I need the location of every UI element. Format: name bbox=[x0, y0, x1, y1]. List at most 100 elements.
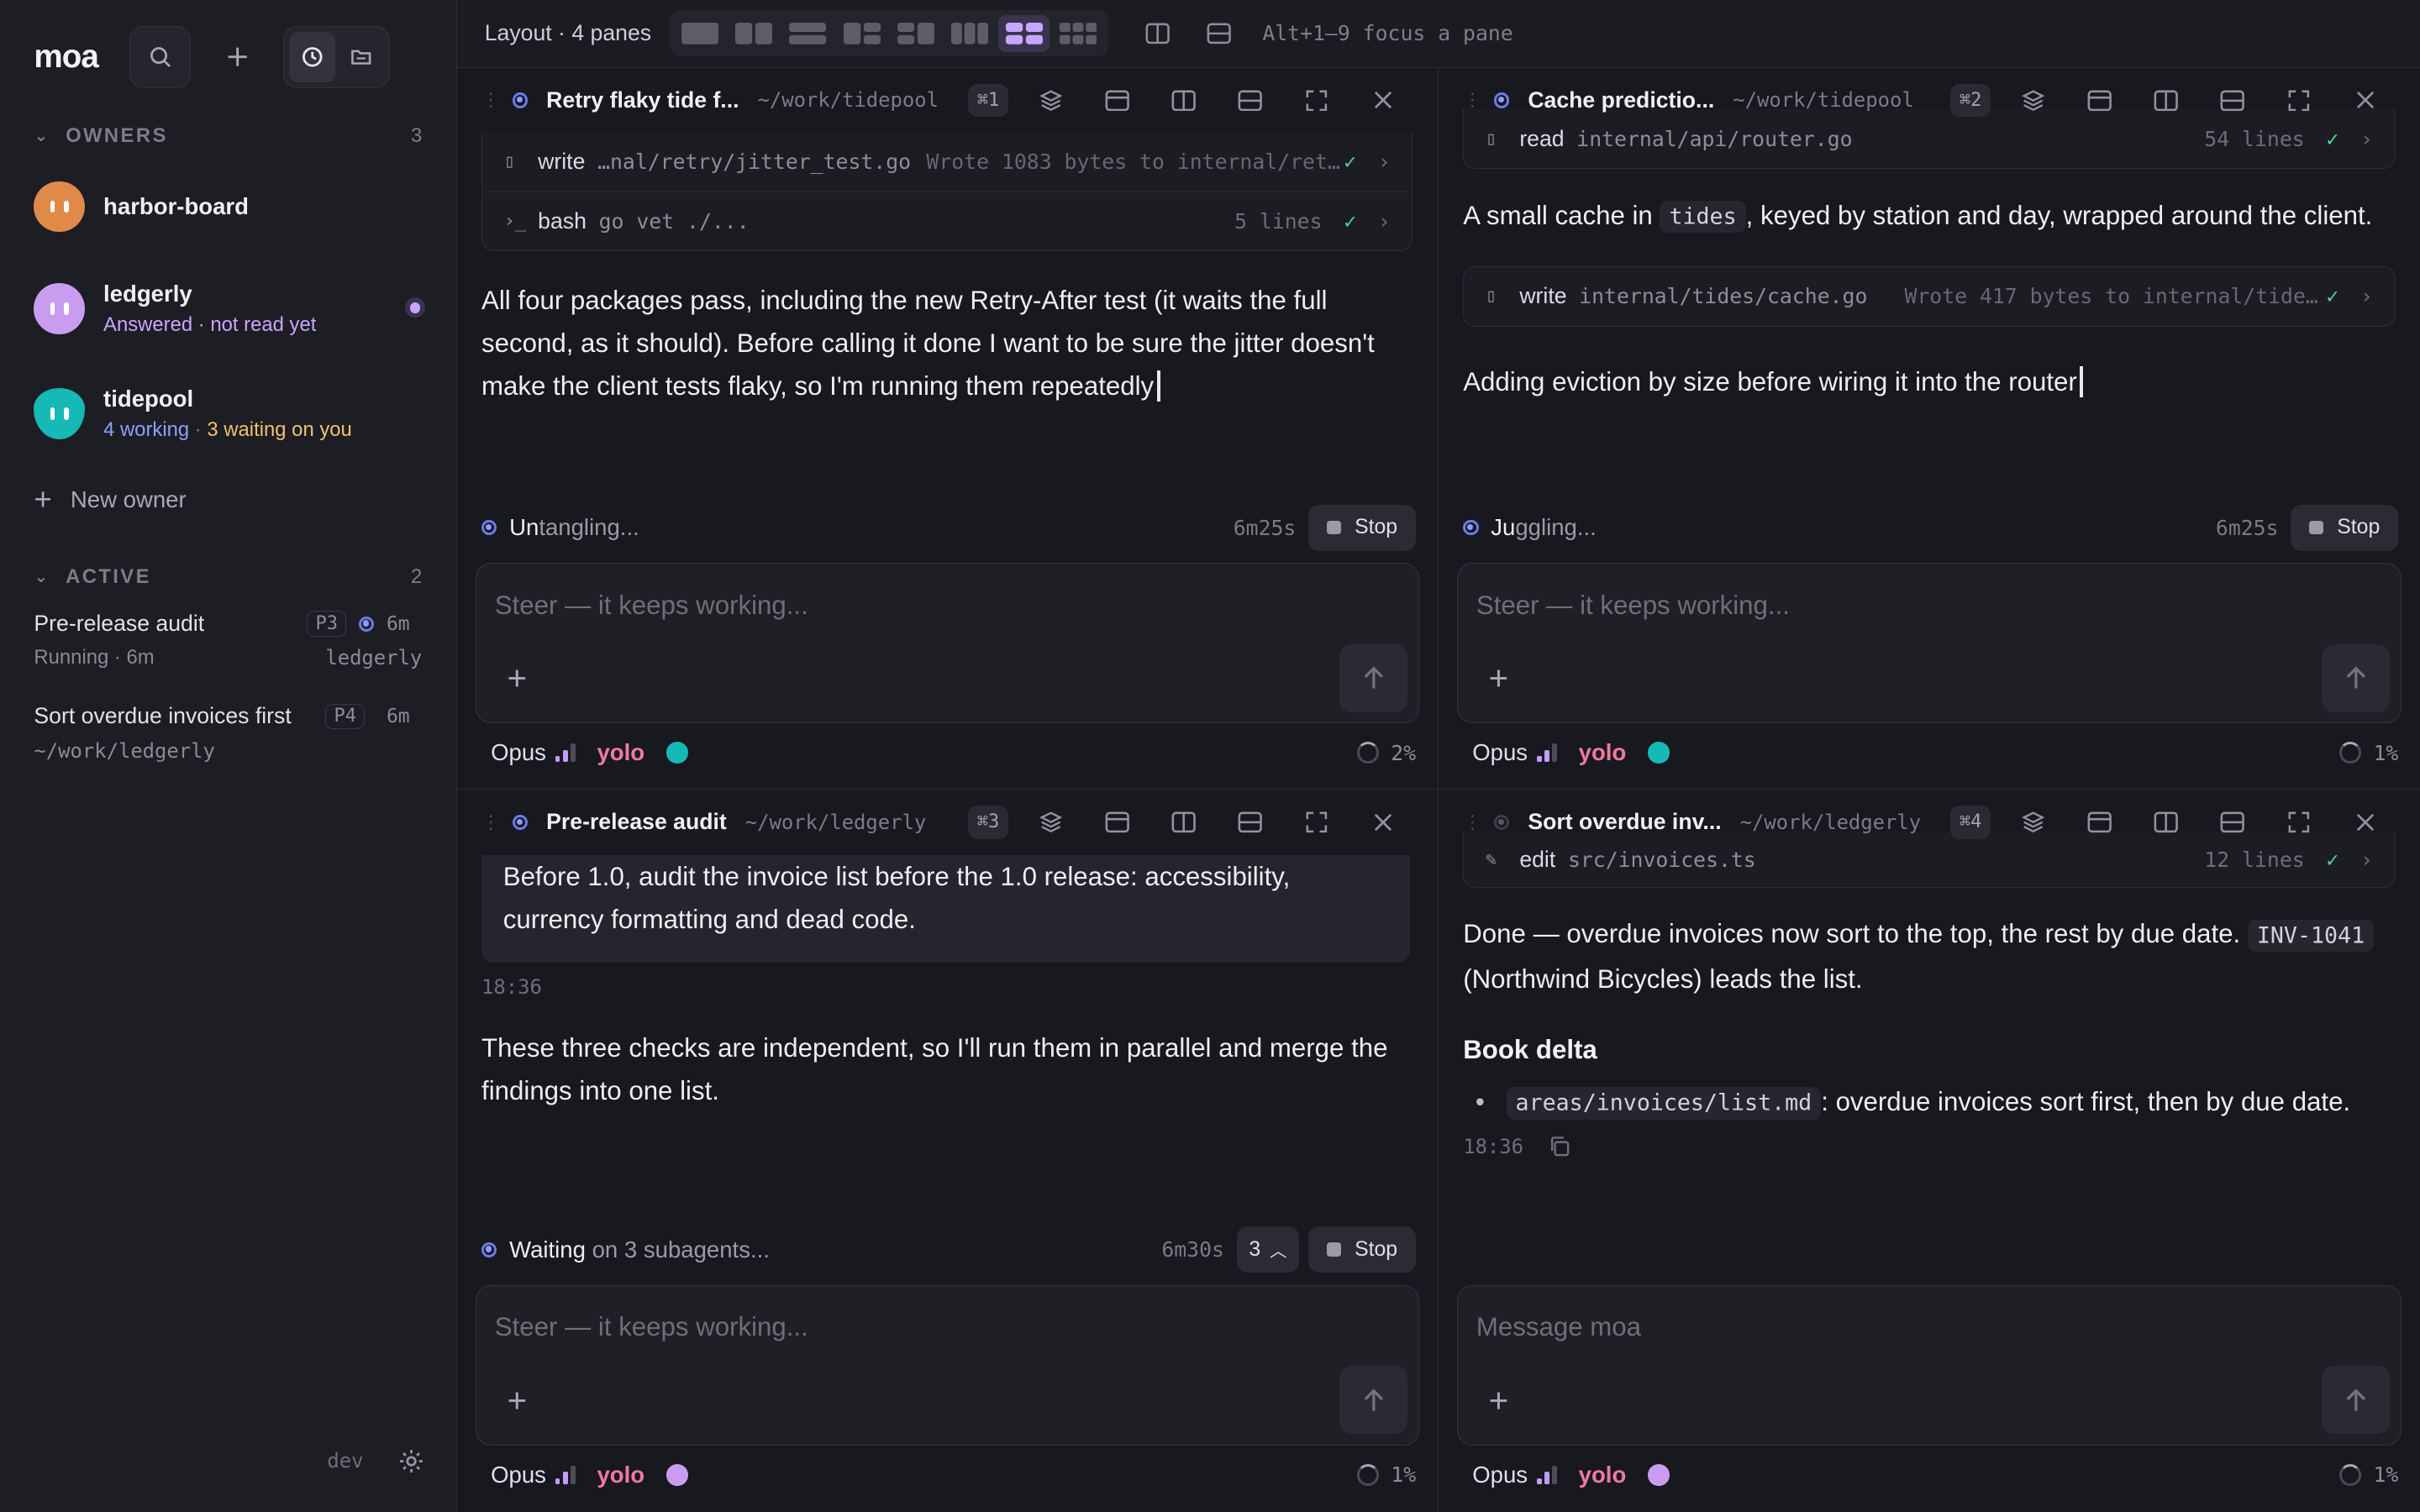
owner-ledgerly[interactable]: ledgerly Answered · not read yet bbox=[0, 256, 456, 361]
new-owner-button[interactable]: + New owner bbox=[0, 466, 456, 534]
pane-2: ⋮ Cache predictio... ~/work/tidepool ⌘2 … bbox=[1438, 67, 2420, 790]
layers-button[interactable] bbox=[2000, 88, 2066, 113]
composer[interactable]: Steer — it keeps working... + bbox=[475, 1284, 1419, 1446]
maximize-button[interactable] bbox=[2265, 90, 2332, 112]
close-button[interactable] bbox=[2332, 813, 2398, 832]
search-icon bbox=[150, 47, 171, 68]
layout-3b-button[interactable] bbox=[891, 15, 942, 52]
tool-row[interactable]: ›_ bash go vet ./... 5 lines ✓ › bbox=[482, 191, 1413, 250]
close-button[interactable] bbox=[2332, 91, 2398, 109]
composer[interactable]: Steer — it keeps working... + bbox=[475, 563, 1419, 724]
split-vertical-button[interactable] bbox=[2133, 90, 2199, 112]
settings-button[interactable] bbox=[397, 1447, 425, 1475]
split-horizontal-button[interactable] bbox=[2199, 811, 2265, 833]
attach-plus-icon[interactable]: + bbox=[507, 1383, 527, 1416]
model-name[interactable]: Opus bbox=[491, 739, 546, 766]
model-name[interactable]: Opus bbox=[491, 1462, 546, 1488]
priority-tag: P4 bbox=[325, 703, 366, 730]
running-indicator-icon bbox=[481, 519, 497, 536]
split-horizontal-button[interactable] bbox=[1207, 23, 1232, 45]
active-header[interactable]: ⌄ ACTIVE 2 bbox=[0, 555, 456, 598]
layout-2-rows-button[interactable] bbox=[782, 15, 834, 52]
split-vertical-button[interactable] bbox=[1145, 23, 1170, 45]
drag-handle-icon[interactable]: ⋮ bbox=[481, 811, 500, 833]
copy-button[interactable] bbox=[1548, 1135, 1571, 1158]
status-word: Waiting bbox=[509, 1236, 586, 1263]
split-vertical-button[interactable] bbox=[2133, 811, 2199, 833]
close-button[interactable] bbox=[1349, 91, 1416, 109]
tool-lines: 5 lines bbox=[1234, 208, 1323, 234]
send-button[interactable] bbox=[1339, 643, 1407, 712]
drag-handle-icon[interactable]: ⋮ bbox=[481, 89, 500, 111]
layout-3-button[interactable] bbox=[836, 15, 887, 52]
panel-button[interactable] bbox=[1084, 90, 1150, 112]
panel-button[interactable] bbox=[2066, 90, 2133, 112]
send-button[interactable] bbox=[2322, 643, 2391, 712]
owner-tidepool[interactable]: tidepool 4 working · 3 waiting on you bbox=[0, 361, 456, 466]
stop-button[interactable]: Stop bbox=[1308, 504, 1417, 551]
split-horizontal-button[interactable] bbox=[1217, 811, 1283, 833]
layers-button[interactable] bbox=[1018, 88, 1084, 113]
send-button[interactable] bbox=[2322, 1366, 2391, 1435]
attach-plus-icon[interactable]: + bbox=[1489, 1383, 1509, 1416]
model-name[interactable]: Opus bbox=[1472, 739, 1528, 766]
pane-3: ⋮ Pre-release audit ~/work/ledgerly ⌘3 B… bbox=[456, 790, 1439, 1512]
active-item-status: Running · 6m bbox=[34, 646, 155, 669]
layout-2-cols-button[interactable] bbox=[729, 15, 780, 52]
stop-button[interactable]: Stop bbox=[2291, 504, 2399, 551]
maximize-button[interactable] bbox=[1283, 811, 1349, 833]
close-button[interactable] bbox=[1349, 813, 1416, 832]
stop-button[interactable]: Stop bbox=[1308, 1226, 1417, 1273]
chevron-right-icon: › bbox=[1377, 208, 1391, 234]
panel-button[interactable] bbox=[2066, 811, 2133, 833]
layers-button[interactable] bbox=[2000, 810, 2066, 834]
composer[interactable]: Message moa + bbox=[1456, 1284, 2402, 1446]
layout-4-grid-button[interactable] bbox=[998, 14, 1050, 52]
active-count: 2 bbox=[410, 564, 423, 588]
tool-row[interactable]: ▯ write …nal/retry/jitter_test.go Wrote … bbox=[482, 133, 1412, 192]
model-name[interactable]: Opus bbox=[1472, 1462, 1528, 1488]
mode-badge[interactable]: yolo bbox=[597, 1462, 644, 1488]
owners-header[interactable]: ⌄ OWNERS 3 bbox=[0, 114, 456, 157]
drag-handle-icon[interactable]: ⋮ bbox=[1463, 811, 1481, 833]
split-vertical-button[interactable] bbox=[1150, 90, 1217, 112]
context-percent: 2% bbox=[1391, 740, 1417, 765]
running-indicator-icon bbox=[1463, 519, 1479, 536]
mode-badge[interactable]: yolo bbox=[597, 739, 644, 766]
split-vertical-button[interactable] bbox=[1150, 811, 1217, 833]
subagents-toggle[interactable]: 3 ︿ bbox=[1236, 1226, 1300, 1273]
pane-title: Retry flaky tide f... bbox=[546, 87, 739, 113]
history-toggle[interactable] bbox=[288, 31, 335, 83]
context-percent: 1% bbox=[2373, 740, 2399, 765]
layout-1-button[interactable] bbox=[675, 15, 726, 52]
composer[interactable]: Steer — it keeps working... + bbox=[1456, 563, 2402, 724]
active-item[interactable]: Pre-release audit P3 6m Running · 6m led… bbox=[0, 611, 456, 703]
split-horizontal-button[interactable] bbox=[2199, 90, 2265, 112]
new-button[interactable] bbox=[207, 26, 268, 87]
active-item-time: 6m bbox=[386, 612, 410, 635]
pane-4: ⋮ Sort overdue inv... ~/work/ledgerly ⌘4… bbox=[1438, 790, 2420, 1512]
layout-6-grid-button[interactable] bbox=[1053, 15, 1104, 52]
split-horizontal-button[interactable] bbox=[1217, 90, 1283, 112]
maximize-button[interactable] bbox=[2265, 811, 2332, 833]
layout-3-cols-button[interactable] bbox=[944, 15, 996, 52]
mode-badge[interactable]: yolo bbox=[1579, 739, 1627, 766]
pane-title: Sort overdue inv... bbox=[1528, 809, 1722, 835]
layers-icon bbox=[2022, 90, 2045, 111]
drag-handle-icon[interactable]: ⋮ bbox=[1463, 89, 1481, 111]
owner-harbor-board[interactable]: harbor-board bbox=[0, 157, 456, 256]
pane-title: Cache predictio... bbox=[1528, 87, 1715, 113]
attach-plus-icon[interactable]: + bbox=[1489, 661, 1509, 695]
panel-button[interactable] bbox=[1084, 811, 1150, 833]
attach-plus-icon[interactable]: + bbox=[507, 661, 527, 695]
mode-badge[interactable]: yolo bbox=[1579, 1462, 1627, 1488]
maximize-button[interactable] bbox=[1283, 90, 1349, 112]
files-toggle[interactable] bbox=[339, 32, 385, 82]
layers-button[interactable] bbox=[1018, 810, 1084, 834]
pane-title: Pre-release audit bbox=[546, 809, 727, 835]
priority-tag: P3 bbox=[307, 611, 347, 638]
send-button[interactable] bbox=[1339, 1366, 1407, 1435]
active-item[interactable]: Sort overdue invoices first P4 6m ~/work… bbox=[0, 703, 456, 795]
search-button[interactable] bbox=[129, 26, 192, 88]
tool-row[interactable]: ▯ write internal/tides/cache.go Wrote 41… bbox=[1464, 267, 2394, 326]
